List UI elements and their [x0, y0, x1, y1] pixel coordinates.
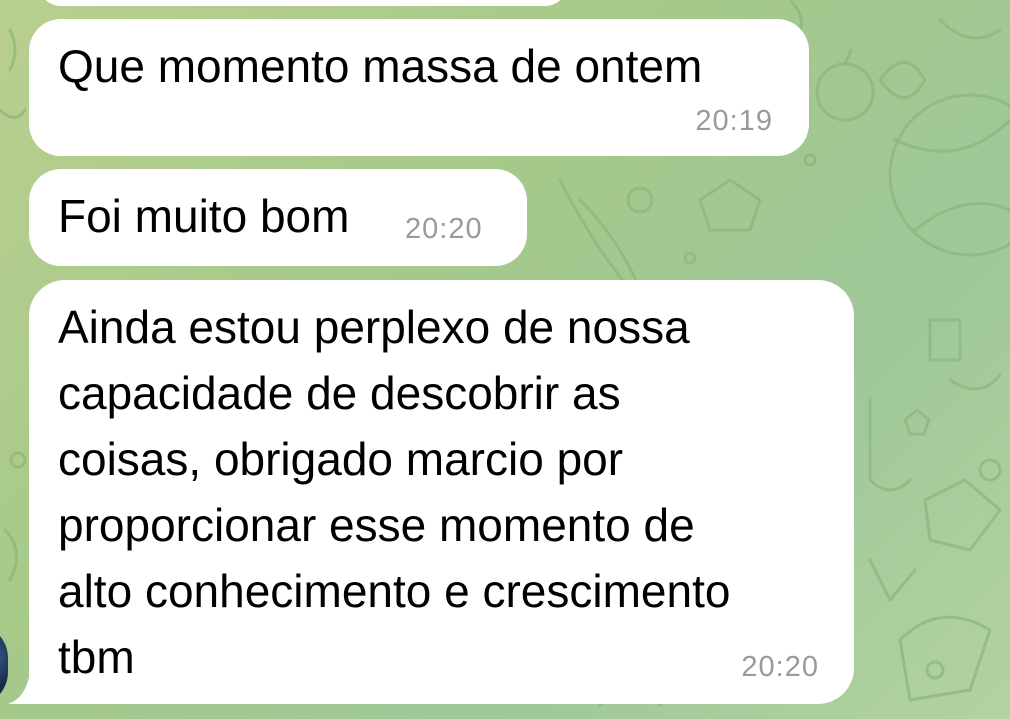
message-line: coisas, obrigado marcio por	[58, 433, 624, 485]
message-bubble[interactable]: Foi muito bom 20:20	[29, 169, 527, 266]
message-timestamp: 20:20	[741, 651, 819, 683]
message-text: Foi muito bom	[58, 190, 350, 242]
message-line: alto conhecimento e crescimento	[58, 565, 731, 617]
message-line: capacidade de descobrir as	[58, 367, 621, 419]
message-timestamp: 20:20	[405, 213, 483, 245]
message-text: Ainda estou perplexo de nossa capacidade…	[58, 294, 848, 690]
message-bubble[interactable]: Que momento massa de ontem 20:19	[29, 19, 809, 156]
message-timestamp: 20:19	[695, 105, 773, 137]
message-text: Que momento massa de ontem	[58, 40, 703, 92]
message-bubble[interactable]: Ainda estou perplexo de nossa capacidade…	[29, 280, 854, 704]
message-line: tbm	[58, 631, 135, 683]
message-line: Ainda estou perplexo de nossa	[58, 301, 690, 353]
message-bubble-partial	[38, 0, 568, 6]
message-line: proporcionar esse momento de	[58, 499, 695, 551]
